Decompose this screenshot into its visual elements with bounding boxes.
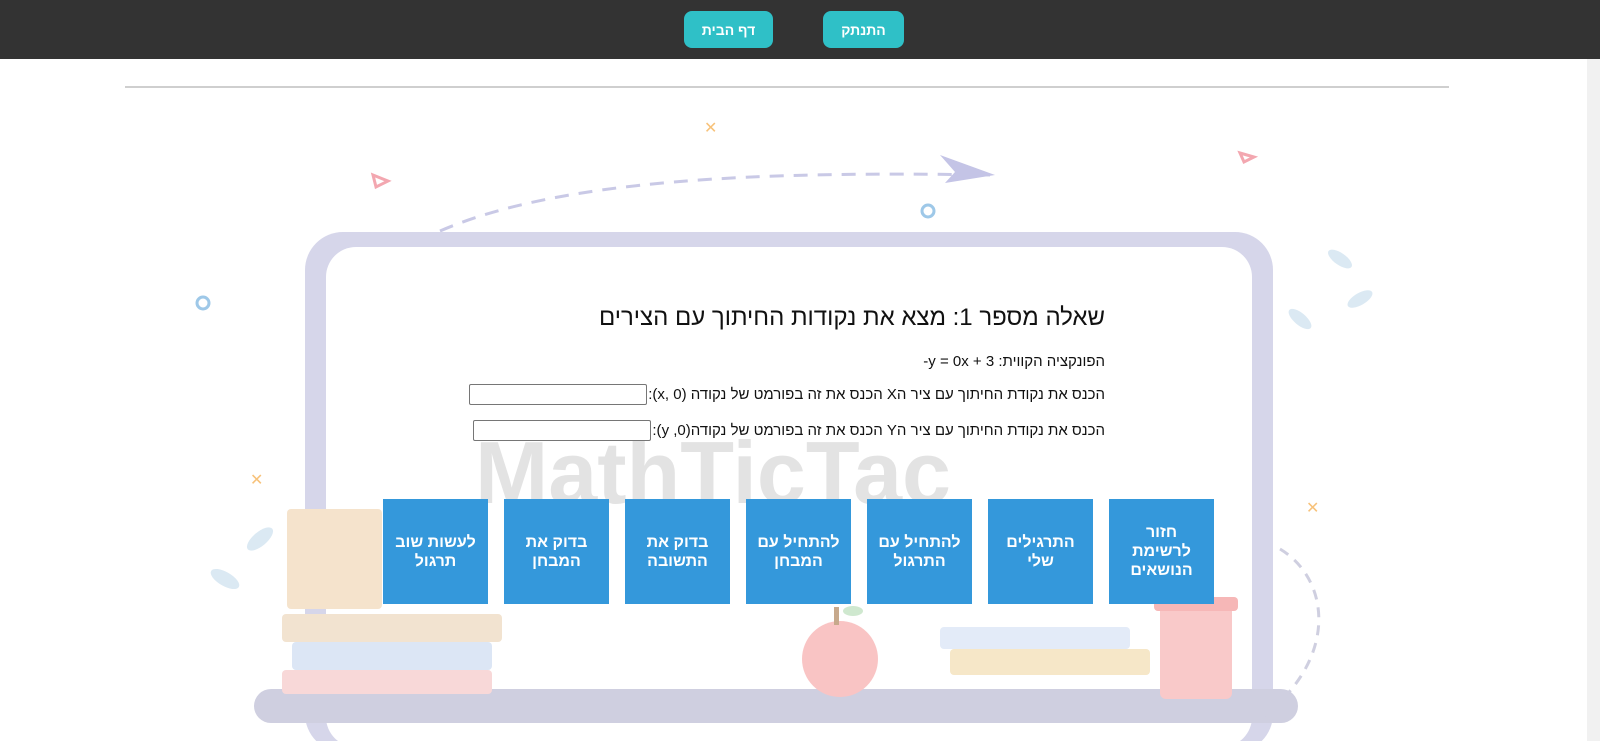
check-answer-button[interactable]: בדוק את התשובה (625, 499, 730, 604)
check-exam-button[interactable]: בדוק את המבחן (504, 499, 609, 604)
svg-text:✕: ✕ (250, 472, 263, 489)
page-scrollbar[interactable] (1587, 59, 1600, 741)
y-intercept-row: הכנס את נקודת החיתוך עם ציר הY הכנס את ז… (473, 420, 1105, 441)
x-intercept-row: הכנס את נקודת החיתוך עם ציר הX הכנס את ז… (469, 384, 1105, 405)
x-intercept-prompt: הכנס את נקודת החיתוך עם ציר הX הכנס את ז… (648, 386, 1105, 403)
question-title: שאלה מספר 1: מצא את נקודות החיתוך עם הצי… (598, 304, 1105, 331)
svg-text:✕: ✕ (1306, 500, 1319, 517)
back-to-topics-button[interactable]: חזור לרשימת הנושאים (1109, 499, 1214, 604)
home-button[interactable]: דף הבית (684, 11, 773, 48)
x-intercept-input[interactable] (469, 384, 648, 405)
y-intercept-prompt: הכנס את נקודת החיתוך עם ציר הY הכנס את ז… (652, 422, 1105, 439)
my-exercises-button[interactable]: התרגילים שלי (988, 499, 1093, 604)
redo-practice-button[interactable]: לעשות שוב תרגול (383, 499, 488, 604)
svg-text:✕: ✕ (704, 120, 717, 137)
start-exam-button[interactable]: להתחיל עם המבחן (746, 499, 851, 604)
top-navigation-bar: דף הבית התנתק (0, 0, 1600, 59)
logout-button[interactable]: התנתק (823, 11, 904, 48)
start-practice-button[interactable]: להתחיל עם התרגול (867, 499, 972, 604)
divider-line (125, 86, 1449, 88)
linear-function-text: הפונקציה הקווית: y = 0x + 3- (923, 353, 1105, 370)
y-intercept-input[interactable] (473, 420, 652, 441)
